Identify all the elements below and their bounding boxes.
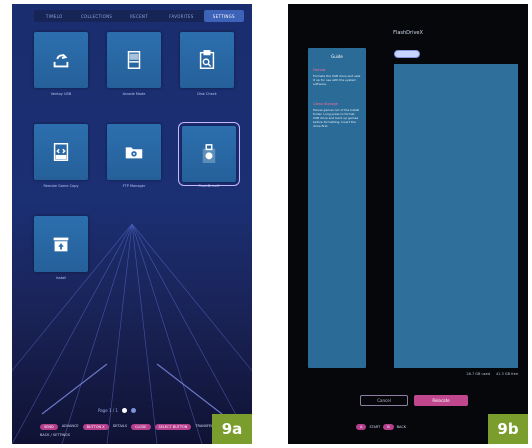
tile-arcade-mode[interactable] bbox=[107, 32, 161, 88]
install-box-icon bbox=[53, 237, 69, 252]
tile-label: Disk Check bbox=[197, 92, 217, 96]
launcher-screen: TIMELO COLLECTIONS RECENT FAVORITES SETT… bbox=[12, 4, 252, 444]
hint-button: B bbox=[383, 424, 394, 430]
tile-disk-check[interactable] bbox=[180, 32, 234, 88]
tab-collections[interactable]: COLLECTIONS bbox=[76, 10, 116, 22]
hint-label: BACK / SETTINGS bbox=[40, 433, 71, 437]
controller-hints: SEND ADVANCE BUTTON X DETAILS CLOSE SELE… bbox=[40, 424, 240, 437]
tile-ventoy-usb[interactable] bbox=[34, 32, 88, 88]
tile-ftp-manager[interactable] bbox=[107, 124, 161, 180]
guide-heading: Clean Storage bbox=[313, 102, 338, 106]
sync-arrow-icon bbox=[53, 53, 69, 68]
tile-label: Ventoy USB bbox=[50, 92, 72, 96]
tile-label: FlashDriveX bbox=[198, 184, 220, 188]
hint-button: SELECT BUTTON bbox=[154, 424, 192, 430]
hint-button: BUTTON X bbox=[82, 424, 109, 430]
tile-label: Arcade Mode bbox=[122, 92, 146, 96]
hint-label: TRANSFER bbox=[195, 424, 214, 428]
guide-text: Formats the USB drive and sets it up for… bbox=[313, 74, 361, 86]
hint-label: START bbox=[369, 425, 381, 429]
figure-badge-9b: 9b bbox=[488, 414, 528, 444]
storage-info: 28.7 GB used 41.3 GB free bbox=[438, 372, 518, 376]
guide-heading: Format bbox=[313, 68, 326, 72]
hint-label: ADVANCE bbox=[61, 424, 79, 428]
guide-title: Guide bbox=[331, 54, 343, 59]
code-file-icon bbox=[53, 143, 69, 161]
category-tabs: TIMELO COLLECTIONS RECENT FAVORITES SETT… bbox=[34, 10, 245, 22]
hint-label: DETAILS bbox=[112, 424, 128, 428]
relocate-button[interactable]: Relocate bbox=[414, 395, 468, 406]
drive-selector[interactable] bbox=[394, 50, 420, 58]
page-indicator: Page 1 / 1 bbox=[98, 408, 136, 413]
guide-panel: Guide Format Formats the USB drive and s… bbox=[308, 48, 366, 368]
controller-hints: A START B BACK bbox=[356, 424, 486, 430]
page-dot[interactable] bbox=[130, 408, 136, 413]
tile-flashdrivex[interactable] bbox=[178, 122, 240, 186]
cancel-button[interactable]: Cancel bbox=[360, 395, 408, 406]
figure-badge-9a: 9a bbox=[212, 414, 252, 444]
arcade-cabinet-icon bbox=[127, 51, 141, 69]
hint-label: BACK bbox=[396, 425, 407, 429]
flashdrivex-screen: FlashDriveX Guide Format Formats the USB… bbox=[288, 4, 528, 444]
usb-drive-icon bbox=[202, 144, 216, 163]
free-space: 41.3 GB free bbox=[495, 372, 518, 376]
tab-settings[interactable]: SETTINGS bbox=[203, 10, 245, 22]
tab-recent[interactable]: RECENT bbox=[119, 10, 159, 22]
page-label: Page 1 / 1 bbox=[98, 408, 118, 413]
hint-button: SEND bbox=[40, 424, 58, 430]
guide-text: Moves games out of the Install folder. L… bbox=[313, 108, 360, 128]
page-dot-active[interactable] bbox=[121, 408, 127, 413]
drive-content-list[interactable] bbox=[394, 64, 518, 368]
tile-remote-game-copy[interactable] bbox=[34, 124, 88, 180]
tile-label: FTP Manager bbox=[122, 184, 146, 188]
tile-label: Install bbox=[55, 276, 67, 280]
tab-timelo[interactable]: TIMELO bbox=[34, 10, 74, 22]
page-title: FlashDriveX bbox=[393, 30, 423, 36]
hint-button: CLOSE bbox=[131, 424, 151, 430]
clipboard-search-icon bbox=[199, 50, 215, 69]
folder-disc-icon bbox=[125, 147, 143, 159]
tab-favorites[interactable]: FAVORITES bbox=[161, 10, 201, 22]
tile-label: Remote Game Copy bbox=[43, 184, 79, 188]
used-space: 28.7 GB used bbox=[466, 372, 490, 376]
hint-button: A bbox=[356, 424, 367, 430]
tile-install[interactable] bbox=[34, 216, 88, 272]
